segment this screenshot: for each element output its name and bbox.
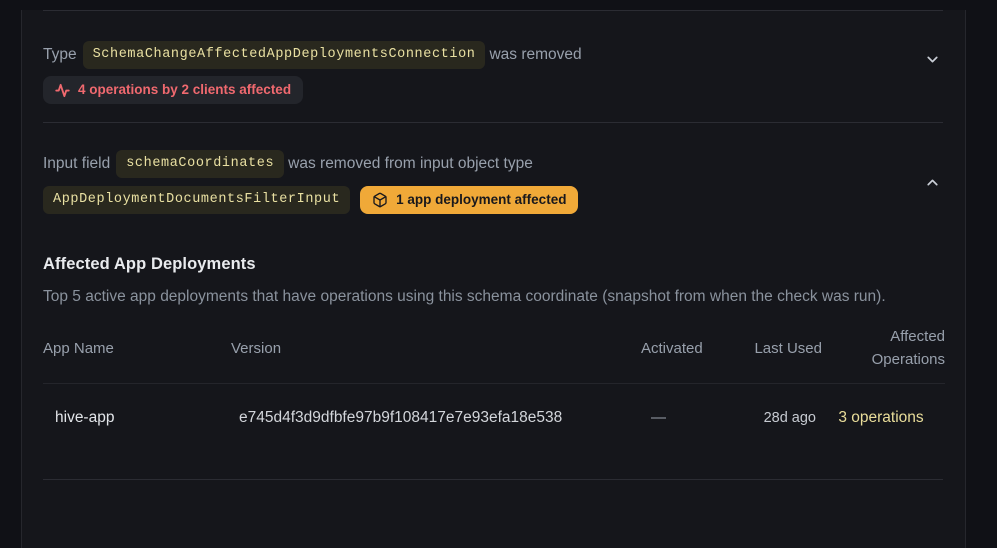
activity-icon xyxy=(55,83,70,98)
change-suffix: was removed from input object type xyxy=(288,155,533,172)
operations-affected-badge[interactable]: 4 operations by 2 clients affected xyxy=(43,76,303,104)
column-header-app-name: App Name xyxy=(43,317,231,384)
change-entry-type-removed: Type SchemaChangeAffectedAppDeploymentsCo… xyxy=(43,11,943,122)
change-suffix: was removed xyxy=(489,46,581,63)
column-header-version: Version xyxy=(231,317,641,384)
column-header-last-used: Last Used xyxy=(747,317,822,384)
details-description: Top 5 active app deployments that have o… xyxy=(43,284,923,309)
change-prefix: Type xyxy=(43,46,77,63)
section-divider xyxy=(43,479,943,480)
change-summary: Type SchemaChangeAffectedAppDeploymentsCo… xyxy=(43,11,943,70)
code-chip: SchemaChangeAffectedAppDeploymentsConnec… xyxy=(83,41,486,69)
badge-row: AppDeploymentDocumentsFilterInput 1 app … xyxy=(43,186,578,214)
collapse-toggle[interactable] xyxy=(922,172,943,193)
change-entry-input-field-removed: Input field schemaCoordinateswas removed … xyxy=(43,123,943,452)
expand-toggle[interactable] xyxy=(922,49,943,70)
code-chip: schemaCoordinates xyxy=(116,150,284,178)
cell-version: e745d4f3d9dfbfe97b9f108417e7e93efa18e538 xyxy=(231,384,641,453)
operations-affected-label: 4 operations by 2 clients affected xyxy=(78,81,291,99)
chevron-down-icon xyxy=(924,51,941,68)
deployment-affected-badge[interactable]: 1 app deployment affected xyxy=(360,186,578,214)
change-prefix: Input field xyxy=(43,155,110,172)
cell-last-used: 28d ago xyxy=(747,384,822,453)
chevron-up-icon xyxy=(924,174,941,191)
table-row: hive-app e745d4f3d9dfbfe97b9f108417e7e93… xyxy=(43,384,945,453)
deployment-affected-label: 1 app deployment affected xyxy=(396,191,566,209)
change-message: Type SchemaChangeAffectedAppDeploymentsCo… xyxy=(43,41,582,69)
box-icon xyxy=(372,192,388,208)
change-message-block: Input field schemaCoordinateswas removed … xyxy=(43,150,578,214)
change-message: Input field schemaCoordinateswas removed … xyxy=(43,150,578,178)
schema-checks-panel: Type SchemaChangeAffectedAppDeploymentsCo… xyxy=(21,10,966,548)
column-header-affected-operations: Affected Operations xyxy=(822,317,945,384)
cell-affected-operations: 3 operations xyxy=(822,384,945,453)
cell-app-name: hive-app xyxy=(43,384,231,453)
badge-row: 4 operations by 2 clients affected xyxy=(43,76,943,122)
column-header-activated: Activated xyxy=(641,317,747,384)
cell-activated: — xyxy=(641,384,747,453)
change-summary: Input field schemaCoordinateswas removed … xyxy=(43,123,943,214)
affected-operations-link[interactable]: 3 operations xyxy=(838,409,923,426)
code-chip: AppDeploymentDocumentsFilterInput xyxy=(43,186,350,214)
details-heading: Affected App Deployments xyxy=(43,255,943,274)
deployments-table: App Name Version Activated Last Used Aff… xyxy=(43,317,945,452)
table-header-row: App Name Version Activated Last Used Aff… xyxy=(43,317,945,384)
change-details: Affected App Deployments Top 5 active ap… xyxy=(43,255,943,452)
